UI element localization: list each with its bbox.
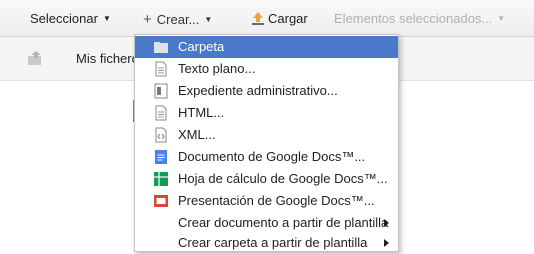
select-label: Seleccionar — [30, 11, 98, 26]
selected-items-menu[interactable]: Elementos seleccionados... ▼ — [334, 11, 505, 26]
menu-item-label: Crear documento a partir de plantilla — [178, 215, 389, 230]
menu-item-administrative-record[interactable]: Expediente administrativo... — [135, 80, 398, 102]
submenu-arrow-icon — [384, 219, 389, 227]
select-menu-button[interactable]: Seleccionar ▼ — [30, 11, 111, 26]
menu-item-xml[interactable]: XML... — [135, 124, 398, 146]
html-file-icon — [155, 105, 167, 121]
caret-down-icon: ▼ — [497, 14, 506, 23]
upload-button[interactable]: Cargar — [252, 11, 308, 26]
upload-icon — [252, 12, 264, 25]
create-label: Crear... — [156, 12, 200, 27]
submenu-arrow-icon — [384, 239, 389, 247]
selected-items-label: Elementos seleccionados... — [334, 11, 493, 26]
menu-item-label: Crear carpeta a partir de plantilla — [178, 235, 368, 250]
menu-item-google-slides[interactable]: Presentación de Google Docs™... — [135, 190, 398, 212]
toolbar: Seleccionar ▼ + Crear... ▼ Cargar Elementos… — [0, 0, 534, 37]
menu-item-google-sheets[interactable]: Hoja de cálculo de Google Docs™... — [135, 168, 398, 190]
google-sheets-icon — [154, 172, 168, 186]
menu-item-document-from-template[interactable]: Crear documento a partir de plantilla — [135, 212, 398, 234]
folder-icon — [154, 42, 168, 53]
menu-item-label: XML... — [178, 127, 216, 142]
menu-item-google-docs[interactable]: Documento de Google Docs™... — [135, 146, 398, 168]
caret-down-icon: ▼ — [204, 15, 213, 24]
plus-icon: + — [143, 11, 152, 28]
menu-item-label: Carpeta — [178, 39, 225, 54]
create-menu-button[interactable]: + Crear... ▼ — [143, 11, 212, 28]
breadcrumb[interactable]: Mis ficheros — [76, 51, 136, 66]
menu-item-label: Texto plano... — [178, 61, 256, 76]
menu-item-folder[interactable]: Carpeta — [135, 36, 398, 58]
menu-item-label: Documento de Google Docs™... — [178, 149, 366, 164]
parent-folder-icon[interactable] — [27, 51, 43, 65]
text-file-icon — [155, 61, 167, 77]
xml-file-icon — [155, 127, 167, 143]
menu-item-label: Expediente administrativo... — [178, 83, 338, 98]
menu-item-label: HTML... — [178, 105, 225, 120]
menu-item-plain-text[interactable]: Texto plano... — [135, 58, 398, 80]
google-slides-icon — [154, 195, 168, 207]
menu-item-label: Hoja de cálculo de Google Docs™... — [178, 171, 388, 186]
upload-label: Cargar — [268, 11, 308, 26]
caret-down-icon: ▼ — [102, 14, 111, 23]
menu-item-html[interactable]: HTML... — [135, 102, 398, 124]
create-dropdown-menu: Carpeta Texto plano... Expediente admini… — [134, 34, 399, 252]
record-file-icon — [154, 83, 168, 99]
menu-item-folder-from-template[interactable]: Crear carpeta a partir de plantilla — [135, 232, 398, 254]
google-docs-icon — [155, 150, 167, 164]
menu-item-label: Presentación de Google Docs™... — [178, 193, 375, 208]
